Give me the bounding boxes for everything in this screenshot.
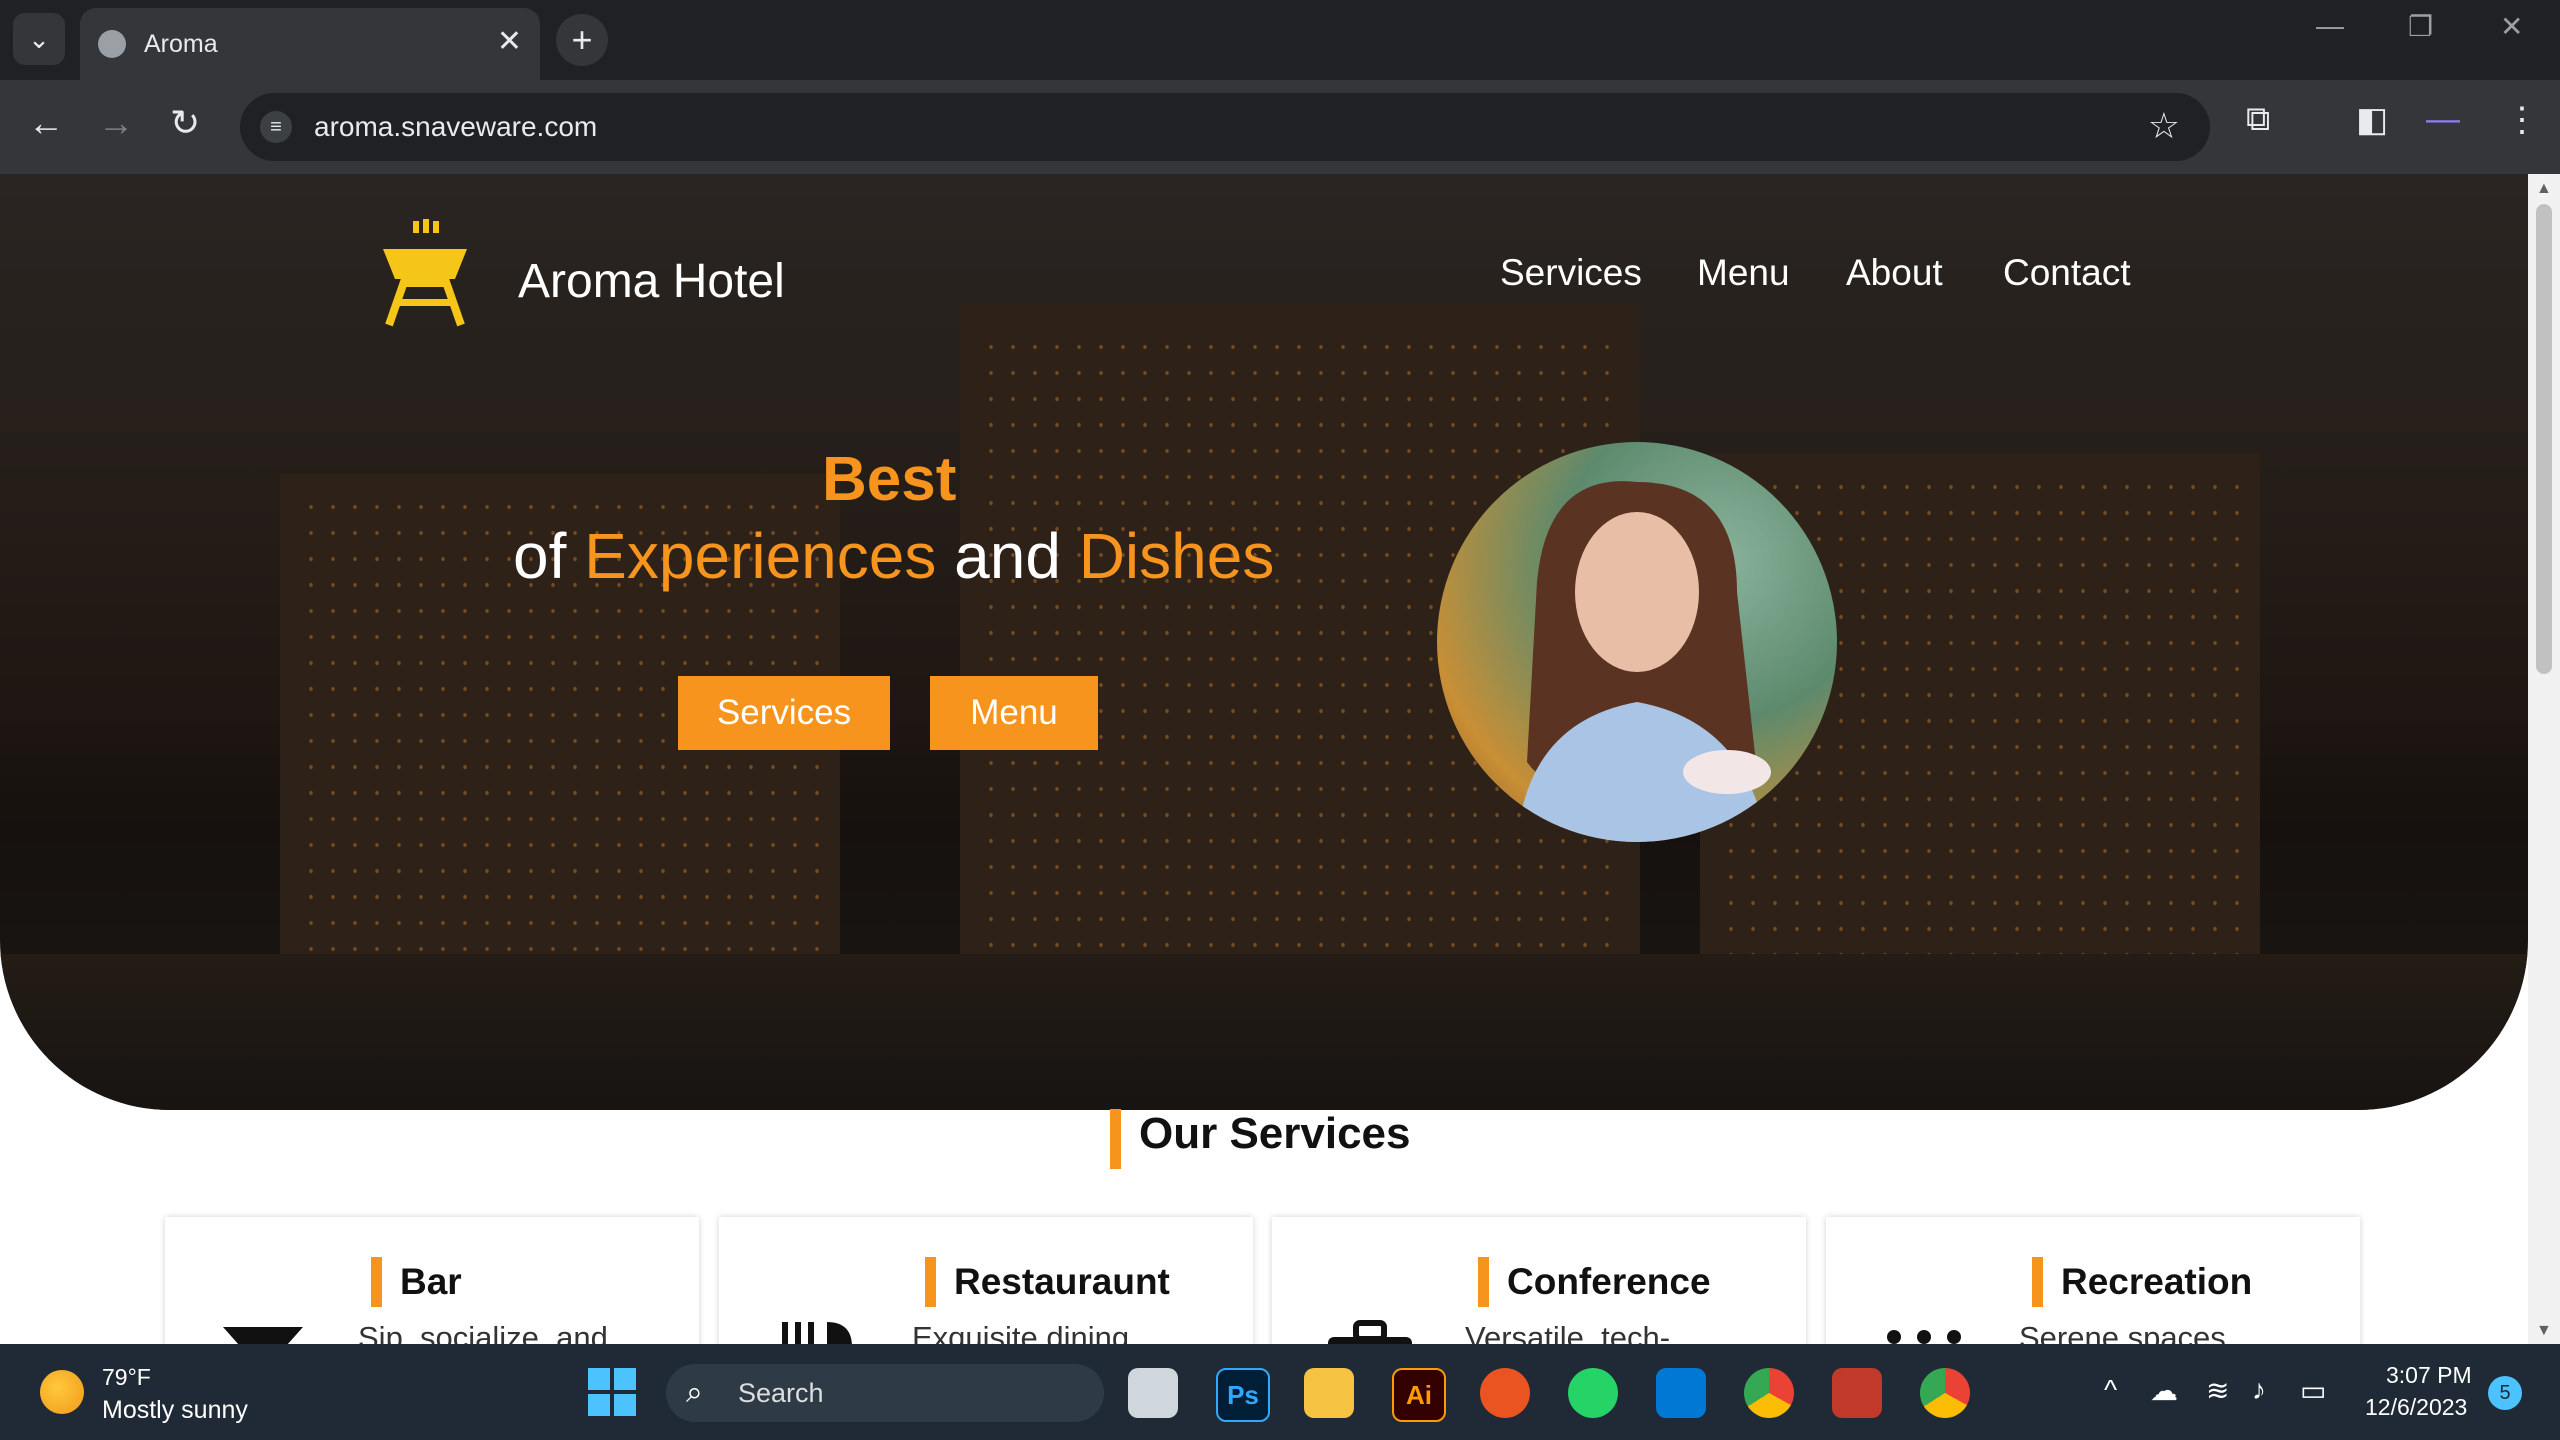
utensils-icon xyxy=(782,1322,852,1344)
card-description: Serene spaces xyxy=(2019,1320,2226,1344)
water-reflection xyxy=(0,954,2528,1110)
vscode-icon[interactable] xyxy=(1656,1368,1706,1418)
snipping-tool-icon[interactable] xyxy=(1832,1368,1882,1418)
service-card-conference[interactable]: Conference Versatile, tech- xyxy=(1272,1217,1806,1344)
scroll-down-arrow-icon[interactable]: ▼ xyxy=(2536,1322,2552,1340)
notification-badge[interactable]: 5 xyxy=(2488,1376,2522,1410)
photoshop-icon[interactable]: Ps xyxy=(1216,1368,1270,1422)
browser-tab[interactable]: Aroma ✕ xyxy=(80,8,540,80)
page-scrollbar[interactable]: ▲ ▼ xyxy=(2528,174,2560,1344)
weather-condition[interactable]: Mostly sunny xyxy=(102,1396,248,1425)
ubuntu-icon[interactable] xyxy=(1480,1368,1530,1418)
browser-toolbar: ← → ↻ ≡ aroma.snaveware.com ☆ ⧉ ◧ — ⋮ xyxy=(0,80,2560,174)
browser-tab-strip: ⌄ Aroma ✕ + — ❐ ✕ xyxy=(0,0,2560,80)
hero-word-dishes: Dishes xyxy=(1078,520,1275,592)
wifi-icon[interactable]: ≋ xyxy=(2206,1374,2229,1407)
globe-icon xyxy=(98,30,126,58)
forward-arrow-icon[interactable]: → xyxy=(98,102,134,144)
clock-date[interactable]: 12/6/2023 xyxy=(2365,1394,2467,1421)
close-window-icon[interactable]: ✕ xyxy=(2500,10,2523,43)
url-text[interactable]: aroma.snaveware.com xyxy=(314,111,597,143)
back-arrow-icon[interactable]: ← xyxy=(28,102,64,144)
cocktail-glass-icon xyxy=(223,1327,303,1344)
tab-search-button[interactable]: ⌄ xyxy=(13,13,65,65)
windows-start-icon[interactable] xyxy=(588,1368,636,1416)
site-info-icon[interactable]: ≡ xyxy=(260,111,292,143)
windows-taskbar: 79°F Mostly sunny ⌕ Search Ps Ai ^ ☁ ≋ ♪… xyxy=(0,1344,2560,1440)
nav-about[interactable]: About xyxy=(1846,252,1943,294)
hero-word-and: and xyxy=(954,520,1061,592)
card-title: Conference xyxy=(1478,1257,1711,1307)
service-card-recreation[interactable]: Recreation Serene spaces xyxy=(1826,1217,2360,1344)
bookmark-star-icon[interactable]: ☆ xyxy=(2148,105,2180,147)
extensions-icon[interactable]: ⧉ xyxy=(2246,100,2270,139)
reload-icon[interactable]: ↻ xyxy=(170,102,200,144)
grill-logo-icon xyxy=(383,219,467,327)
brand-name[interactable]: Aroma Hotel xyxy=(518,254,785,309)
more-menu-icon[interactable]: ⋮ xyxy=(2505,100,2539,140)
illustrator-icon[interactable]: Ai xyxy=(1392,1368,1446,1422)
tray-overflow-chevron-icon[interactable]: ^ xyxy=(2104,1374,2117,1406)
service-card-bar[interactable]: Bar Sip, socialize, and xyxy=(165,1217,699,1344)
tab-close-icon[interactable]: ✕ xyxy=(497,24,522,59)
nav-contact[interactable]: Contact xyxy=(2003,252,2131,294)
chrome-profile-icon[interactable] xyxy=(1744,1368,1794,1418)
guest-portrait-image xyxy=(1437,442,1837,842)
hero-menu-button[interactable]: Menu xyxy=(930,676,1098,750)
tab-title: Aroma xyxy=(144,30,218,58)
hero-headline-best: Best xyxy=(822,445,957,514)
nav-menu[interactable]: Menu xyxy=(1697,252,1790,294)
file-explorer-icon[interactable] xyxy=(1304,1368,1354,1418)
clock-time[interactable]: 3:07 PM xyxy=(2386,1362,2472,1389)
new-tab-button[interactable]: + xyxy=(556,14,608,66)
weather-sun-icon[interactable] xyxy=(40,1370,84,1414)
address-bar[interactable]: ≡ aroma.snaveware.com ☆ xyxy=(240,93,2210,161)
battery-icon[interactable]: ▭ xyxy=(2300,1374,2326,1407)
candles-icon xyxy=(1887,1330,1961,1344)
card-description: Sip, socialize, and xyxy=(358,1320,608,1344)
card-title: Recreation xyxy=(2032,1257,2252,1307)
card-description: Versatile, tech- xyxy=(1465,1320,1671,1344)
hero-word-of: of xyxy=(513,520,567,592)
nav-services[interactable]: Services xyxy=(1500,252,1642,294)
side-panel-icon[interactable]: ◧ xyxy=(2356,100,2388,140)
volume-icon[interactable]: ♪ xyxy=(2252,1374,2266,1406)
section-title-our-services: Our Services xyxy=(1110,1109,1411,1169)
hero-word-experiences: Experiences xyxy=(584,520,937,592)
hero-section: Aroma Hotel Services Menu About Contact … xyxy=(0,174,2528,1110)
taskbar-search[interactable]: ⌕ Search xyxy=(666,1364,1104,1422)
onedrive-icon[interactable]: ☁ xyxy=(2150,1374,2178,1407)
card-description: Exquisite dining xyxy=(912,1320,1130,1344)
chrome-icon[interactable] xyxy=(1920,1368,1970,1418)
hero-headline: of Experiences and Dishes xyxy=(513,519,1274,593)
hero-services-button[interactable]: Services xyxy=(678,676,890,750)
web-page: Aroma Hotel Services Menu About Contact … xyxy=(0,174,2528,1344)
taskbar-search-label: Search xyxy=(738,1378,824,1408)
briefcase-icon xyxy=(1328,1320,1412,1344)
portrait-figure xyxy=(1517,481,1771,842)
task-view-icon[interactable] xyxy=(1128,1368,1178,1418)
card-title: Restauraunt xyxy=(925,1257,1170,1307)
profile-icon[interactable]: — xyxy=(2426,100,2460,139)
search-icon: ⌕ xyxy=(686,1376,703,1409)
whatsapp-icon[interactable] xyxy=(1568,1368,1618,1418)
weather-temperature[interactable]: 79°F xyxy=(102,1364,151,1391)
restore-icon[interactable]: ❐ xyxy=(2408,10,2433,43)
card-title: Bar xyxy=(371,1257,462,1307)
service-card-restaurant[interactable]: Restauraunt Exquisite dining xyxy=(719,1217,1253,1344)
scrollbar-thumb[interactable] xyxy=(2536,204,2552,674)
scroll-up-arrow-icon[interactable]: ▲ xyxy=(2536,180,2552,198)
minimize-icon[interactable]: — xyxy=(2316,10,2344,42)
